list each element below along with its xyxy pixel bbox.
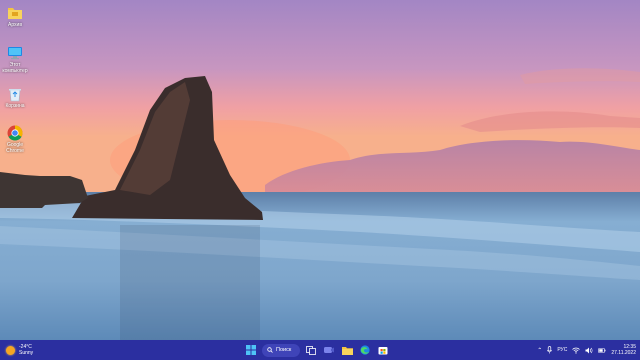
start-icon [246,345,256,355]
chat-icon [324,346,334,353]
speaker-icon[interactable] [585,347,593,354]
chevron-up-icon[interactable]: ⌃ [537,347,542,354]
language-indicator[interactable]: РУС [557,347,567,353]
clock[interactable]: 12:35 27.11.2022 [611,344,636,356]
file-explorer-icon [341,346,353,355]
weather-condition: Sunny [19,350,34,356]
folder-icon [6,4,24,22]
chrome-icon [6,124,24,142]
desktop[interactable]: Архив Этот компьютер Корзина Google Chro… [0,0,640,340]
edge-button[interactable] [358,343,372,357]
taskbar: -24°C Sunny Поиск ⌃ РУС 12:35 27.11.2022 [0,340,640,360]
weather-widget[interactable]: -24°C Sunny [6,343,33,357]
sun-icon [6,345,15,355]
edge-icon [360,345,370,355]
clock-date: 27.11.2022 [611,350,636,356]
store-button[interactable] [376,343,390,357]
store-icon [378,347,388,355]
desktop-icon-label: Этот компьютер [2,62,28,74]
microphone-icon[interactable] [547,346,553,354]
wifi-icon[interactable] [572,347,581,354]
recycle-bin-icon [6,85,24,103]
task-view-icon [306,345,316,355]
desktop-icon-chrome[interactable]: Google Chrome [2,124,28,154]
wallpaper [0,0,640,340]
file-explorer-button[interactable] [340,343,354,357]
taskbar-search[interactable]: Поиск [262,343,300,357]
system-tray: ⌃ РУС 12:35 27.11.2022 [537,342,636,358]
battery-icon[interactable] [598,347,606,354]
search-icon [267,347,273,353]
search-label: Поиск [276,347,292,353]
desktop-icon-archive[interactable]: Архив [2,4,28,29]
desktop-icon-label: Корзина [5,103,25,109]
desktop-icon-label: Архив [7,22,22,28]
desktop-icon-label: Google Chrome [6,142,24,154]
desktop-icon-recycle-bin[interactable]: Корзина [2,85,28,110]
start-button[interactable] [244,343,258,357]
taskbar-apps: Поиск [244,342,390,358]
chat-button[interactable] [322,343,336,357]
task-view-button[interactable] [304,343,318,357]
desktop-icon-this-pc[interactable]: Этот компьютер [2,44,28,74]
monitor-icon [6,44,24,62]
